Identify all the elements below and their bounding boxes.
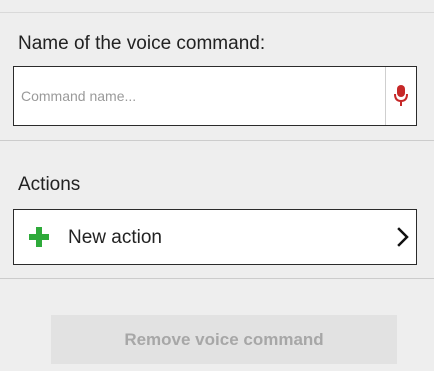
new-action-button[interactable]: New action <box>13 209 417 265</box>
voice-input-button[interactable] <box>386 67 416 125</box>
section-divider <box>0 278 434 279</box>
chevron-right-icon <box>397 227 409 247</box>
actions-section-title: Actions <box>18 174 81 195</box>
section-divider <box>0 140 434 141</box>
new-action-label: New action <box>68 227 162 248</box>
command-name-input[interactable] <box>14 67 386 125</box>
command-name-field <box>13 66 417 126</box>
name-section-title: Name of the voice command: <box>18 33 266 54</box>
plus-icon <box>29 227 49 247</box>
remove-voice-command-button[interactable]: Remove voice command <box>51 315 397 364</box>
top-divider <box>0 12 434 13</box>
microphone-icon <box>394 85 408 106</box>
